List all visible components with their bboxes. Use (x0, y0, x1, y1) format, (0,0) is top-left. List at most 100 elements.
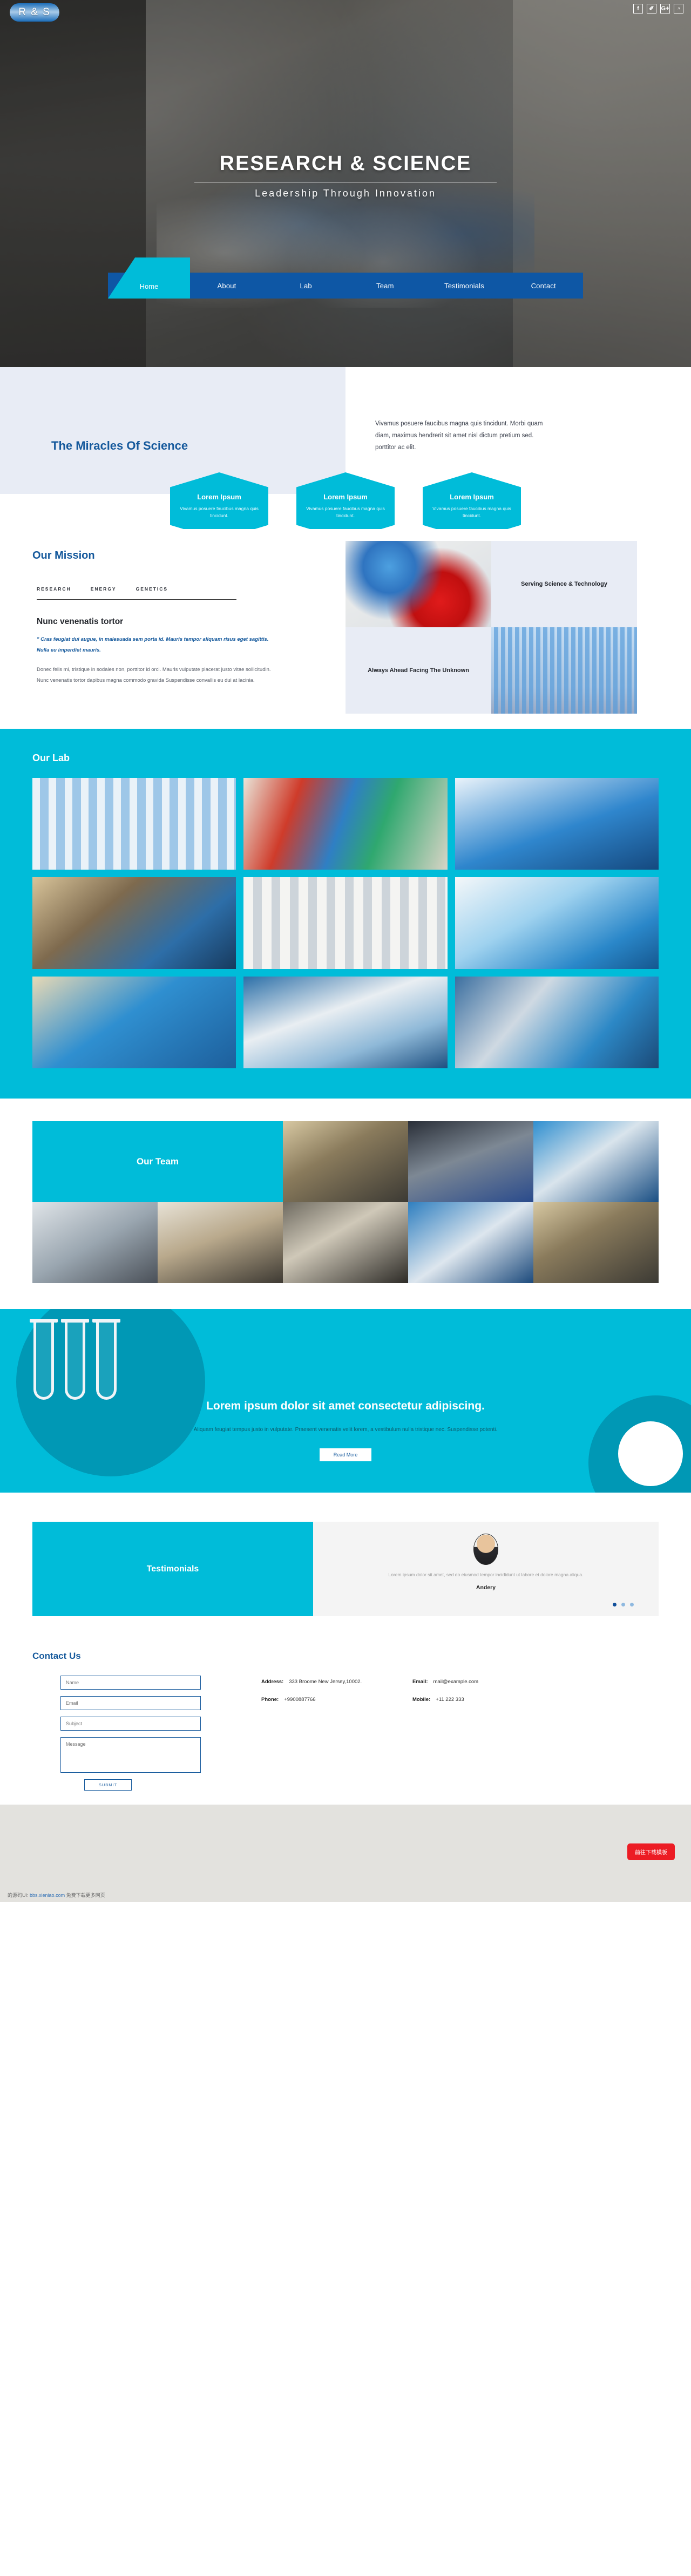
cta-section: Lorem ipsum dolor sit amet consectetur a… (0, 1309, 691, 1493)
message-field[interactable] (60, 1737, 201, 1773)
hexagon-card-text: Vivamus posuere faucibus magna quis tinc… (180, 505, 259, 518)
submit-button[interactable]: SUBMIT (84, 1779, 132, 1791)
name-field[interactable] (60, 1676, 201, 1690)
mission-tab-research[interactable]: RESEARCH (37, 586, 71, 592)
testimonials-heading: Testimonials (146, 1564, 199, 1574)
mission-tile-bottom: Always Ahead Facing The Unknown (346, 627, 491, 714)
contact-info-row: Phone: +9900887766 Mobile: +11 222 333 (261, 1697, 478, 1703)
carousel-dot-2[interactable] (621, 1603, 625, 1606)
team-photo[interactable] (408, 1202, 533, 1283)
footer-credit: 的源码UI: bbs.xieniao.com 免费下载更多网页 (8, 1892, 105, 1899)
mission-quote: " Cras feugiat dui augue, in malesuada s… (37, 636, 269, 653)
carousel-dot-3[interactable] (630, 1603, 634, 1606)
read-more-button[interactable]: Read More (320, 1448, 371, 1461)
phone-value: +9900887766 (284, 1697, 316, 1703)
team-photo[interactable] (283, 1121, 408, 1202)
social-links: f ✐ G+ ◔ (633, 4, 683, 13)
carousel-dots (613, 1603, 634, 1606)
subject-field[interactable] (60, 1717, 201, 1731)
download-template-button[interactable]: 前往下载模板 (627, 1843, 675, 1860)
email-value[interactable]: mail@example.com (433, 1679, 479, 1685)
lab-photo[interactable] (455, 877, 659, 969)
testimonial-card: Lorem ipsum dolor sit amet, sed do eiusm… (313, 1522, 659, 1616)
nav-item-contact[interactable]: Contact (504, 282, 583, 290)
mission-tabs: RESEARCH ENERGY GENETICS (32, 586, 313, 592)
hexagon-card-text: Vivamus posuere faucibus magna quis tinc… (306, 505, 385, 518)
testimonials-panel: Testimonials Lorem ipsum dolor sit amet,… (32, 1522, 659, 1616)
mission-tab-underline (37, 599, 236, 600)
team-photo[interactable] (408, 1121, 533, 1202)
contact-row: SUBMIT Address: 333 Broome New Jersey,10… (32, 1676, 659, 1791)
mission-heading: Our Mission (32, 550, 95, 561)
hero-text-block: RESEARCH & SCIENCE Leadership Through In… (0, 152, 691, 199)
email-pair: Email: mail@example.com (412, 1679, 478, 1685)
page-root: R & S f ✐ G+ ◔ RESEARCH & SCIENCE Leader… (0, 0, 691, 1902)
nav-item-team[interactable]: Team (346, 282, 425, 290)
mission-flask-image (346, 541, 491, 627)
avatar (473, 1534, 498, 1565)
phone-label: Phone: (261, 1697, 279, 1703)
team-photo[interactable] (283, 1202, 408, 1283)
email-label: Email: (412, 1679, 428, 1685)
hexagon-card-text: Vivamus posuere faucibus magna quis tinc… (432, 505, 511, 518)
cta-heading: Lorem ipsum dolor sit amet consectetur a… (206, 1400, 485, 1412)
mission-testtubes-image (491, 627, 637, 714)
mobile-label: Mobile: (412, 1697, 431, 1703)
team-photo[interactable] (158, 1202, 283, 1283)
team-photo[interactable] (32, 1202, 158, 1283)
miracles-paragraph: Vivamus posuere faucibus magna quis tinc… (375, 421, 543, 451)
facebook-icon[interactable]: f (633, 4, 643, 13)
hexagon-card-title: Lorem Ipsum (197, 492, 241, 501)
mobile-value: +11 222 333 (436, 1697, 464, 1703)
footer-credit-suffix: 免费下载更多网页 (66, 1893, 105, 1898)
mission-tile-top-text: Serving Science & Technology (521, 580, 607, 587)
nav-item-about[interactable]: About (187, 282, 267, 290)
nav-item-testimonials[interactable]: Testimonials (425, 282, 504, 290)
carousel-dot-1[interactable] (613, 1603, 617, 1606)
address-pair: Address: 333 Broome New Jersey,10002. (261, 1679, 412, 1685)
team-heading-tile: Our Team (32, 1121, 283, 1202)
hexagon-card-title: Lorem Ipsum (450, 492, 494, 501)
lab-photo[interactable] (32, 778, 236, 870)
lab-heading: Our Lab (32, 753, 70, 763)
mission-tab-energy[interactable]: ENERGY (91, 586, 117, 592)
address-label: Address: (261, 1679, 284, 1685)
footer-credit-link[interactable]: bbs.xieniao.com (30, 1893, 65, 1898)
footer-bar: 前往下载模板 的源码UI: bbs.xieniao.com 免费下载更多网页 (0, 1805, 691, 1902)
address-value: 333 Broome New Jersey,10002. (289, 1679, 362, 1685)
twitter-icon[interactable]: ✐ (647, 4, 656, 13)
lab-photo[interactable] (243, 877, 448, 969)
cta-content: Lorem ipsum dolor sit amet consectetur a… (0, 1309, 691, 1461)
lab-photo[interactable] (243, 977, 448, 1068)
mobile-pair: Mobile: +11 222 333 (412, 1697, 464, 1703)
lab-photo[interactable] (32, 877, 236, 969)
google-plus-icon[interactable]: G+ (660, 4, 670, 13)
testimonial-author: Andery (476, 1584, 496, 1591)
mission-tab-genetics[interactable]: GENETICS (136, 586, 168, 592)
footer-credit-prefix: 的源码UI: (8, 1893, 29, 1898)
mission-body-text: Donec felis mi, tristique in sodales non… (37, 666, 271, 683)
nav-item-home-label: Home (139, 282, 159, 290)
site-logo[interactable]: R & S (10, 3, 59, 22)
team-photo[interactable] (533, 1202, 659, 1283)
contact-info-row: Address: 333 Broome New Jersey,10002. Em… (261, 1679, 478, 1685)
contact-heading: Contact Us (32, 1651, 81, 1661)
testimonials-section: Testimonials Lorem ipsum dolor sit amet,… (0, 1493, 691, 1641)
lab-photo[interactable] (455, 778, 659, 870)
lab-photo[interactable] (32, 977, 236, 1068)
email-field[interactable] (60, 1696, 201, 1710)
mission-content: Our Mission RESEARCH ENERGY GENETICS Nun… (32, 550, 313, 686)
testimonial-quote: Lorem ipsum dolor sit amet, sed do eiusm… (388, 1572, 584, 1577)
team-photo[interactable] (533, 1121, 659, 1202)
lab-section: Our Lab (0, 729, 691, 1099)
team-heading: Our Team (136, 1156, 179, 1167)
hexagon-card-title: Lorem Ipsum (323, 492, 368, 501)
lab-photo[interactable] (455, 977, 659, 1068)
miracles-section: Vivamus posuere faucibus magna quis tinc… (0, 367, 691, 540)
hero-title: RESEARCH & SCIENCE (219, 152, 472, 175)
nav-item-lab[interactable]: Lab (266, 282, 346, 290)
lab-gallery (32, 778, 659, 1068)
cta-paragraph: Aliquam feugiat tempus justo in vulputat… (193, 1427, 498, 1433)
lab-photo[interactable] (243, 778, 448, 870)
rss-icon[interactable]: ◔ (674, 4, 683, 13)
